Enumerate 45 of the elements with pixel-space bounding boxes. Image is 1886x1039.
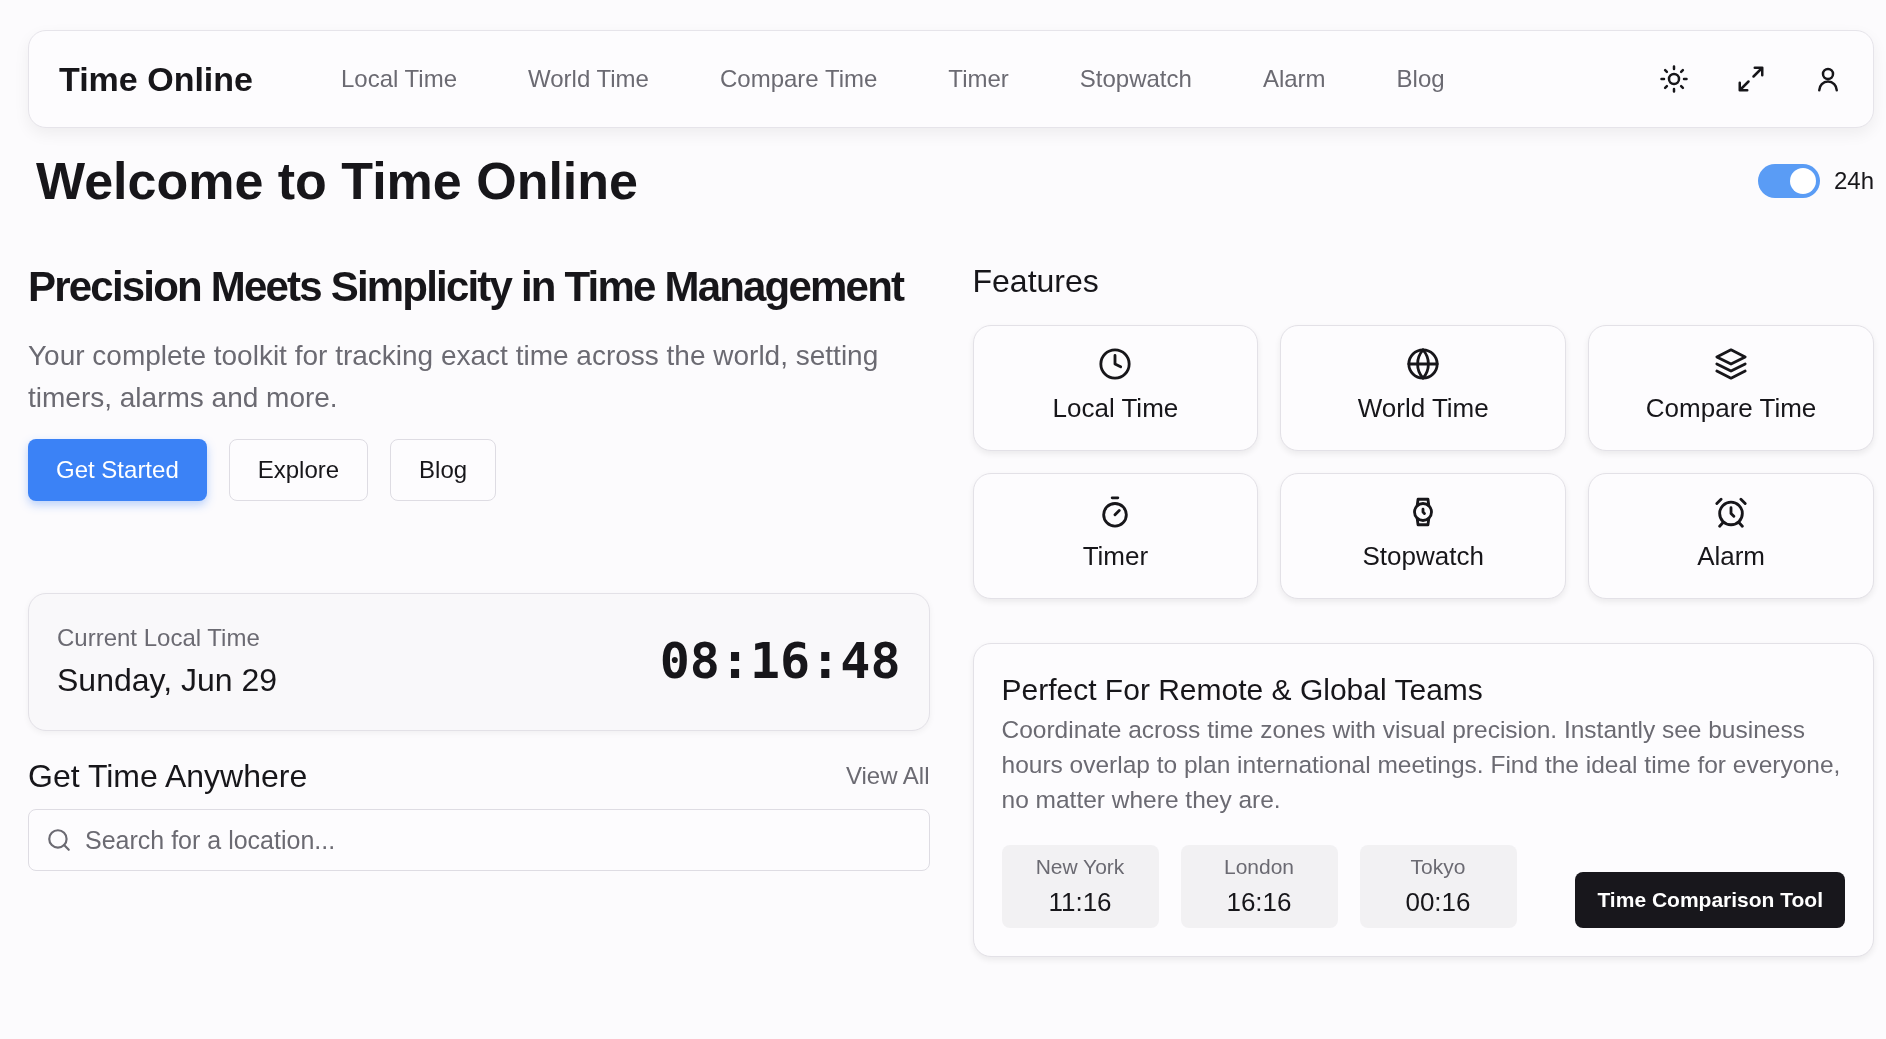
card-title: Perfect For Remote & Global Teams bbox=[1001, 671, 1484, 708]
outline-button[interactable]: Explore bbox=[228, 438, 369, 501]
city-time: 16:16 bbox=[1226, 885, 1292, 919]
nav-link[interactable]: Alarm bbox=[1262, 61, 1326, 97]
nav-link[interactable]: Timer bbox=[948, 61, 1009, 97]
card-label: Current Local Time bbox=[57, 622, 261, 653]
nav-link[interactable]: Blog bbox=[1396, 61, 1445, 97]
feature-card[interactable]: Local Time bbox=[972, 324, 1259, 451]
layers-icon bbox=[1714, 347, 1749, 382]
view-all-link[interactable]: View All bbox=[845, 757, 930, 794]
hero-heading: Precision Meets Simplicity in Time Management bbox=[28, 262, 905, 313]
digital-clock: 08:16:48 bbox=[659, 631, 901, 693]
city-name: Tokyo bbox=[1410, 854, 1466, 881]
sun-icon[interactable] bbox=[1659, 64, 1689, 94]
alarm-clock-icon bbox=[1714, 495, 1749, 530]
feature-card[interactable]: Compare Time bbox=[1588, 324, 1874, 451]
feature-card[interactable]: Stopwatch bbox=[1280, 472, 1567, 599]
toggle-label: 24h bbox=[1833, 166, 1874, 197]
search-icon bbox=[46, 827, 72, 854]
primary-button[interactable]: Get Started bbox=[28, 438, 207, 501]
date-text: Sunday, Jun 29 bbox=[57, 660, 277, 700]
brand-logo-text[interactable]: Time Online bbox=[59, 53, 253, 105]
toggle-switch[interactable] bbox=[1757, 164, 1820, 199]
feature-card[interactable]: Timer bbox=[972, 472, 1259, 599]
fullscreen-icon[interactable] bbox=[1736, 64, 1766, 94]
city-time: 00:16 bbox=[1405, 885, 1471, 919]
nav-link[interactable]: Stopwatch bbox=[1079, 61, 1192, 97]
hero-text: Your complete toolkit for tracking exact time across the world, setting timers, alarms and more. bbox=[28, 338, 880, 415]
feature-card[interactable]: World Time bbox=[1280, 324, 1567, 451]
clock-icon bbox=[1098, 347, 1133, 382]
card-text: Coordinate across time zones with visual precision. Instantly see business hours overlap to plan international meetings. Find the ideal time for everyone, no matter where they are. bbox=[1001, 714, 1842, 815]
section-heading: Get Time Anywhere bbox=[28, 756, 308, 796]
nav-link[interactable]: Local Time bbox=[341, 61, 458, 97]
nav-link[interactable]: Compare Time bbox=[719, 61, 878, 97]
page-title: Welcome to Time Online bbox=[36, 151, 638, 212]
globe-icon bbox=[1406, 347, 1441, 382]
feature-card[interactable]: Alarm bbox=[1588, 472, 1874, 599]
section-heading: Features bbox=[972, 262, 1100, 301]
city-name: London bbox=[1223, 854, 1295, 881]
city-name: New York bbox=[1035, 854, 1125, 881]
comparison-tool-button[interactable]: Time Comparison Tool bbox=[1575, 871, 1845, 928]
city-time: 11:16 bbox=[1048, 885, 1112, 919]
search-field[interactable]: Search for a location... bbox=[28, 809, 930, 872]
outline-button[interactable]: Blog bbox=[390, 438, 497, 501]
nav-link[interactable]: World Time bbox=[528, 61, 649, 97]
